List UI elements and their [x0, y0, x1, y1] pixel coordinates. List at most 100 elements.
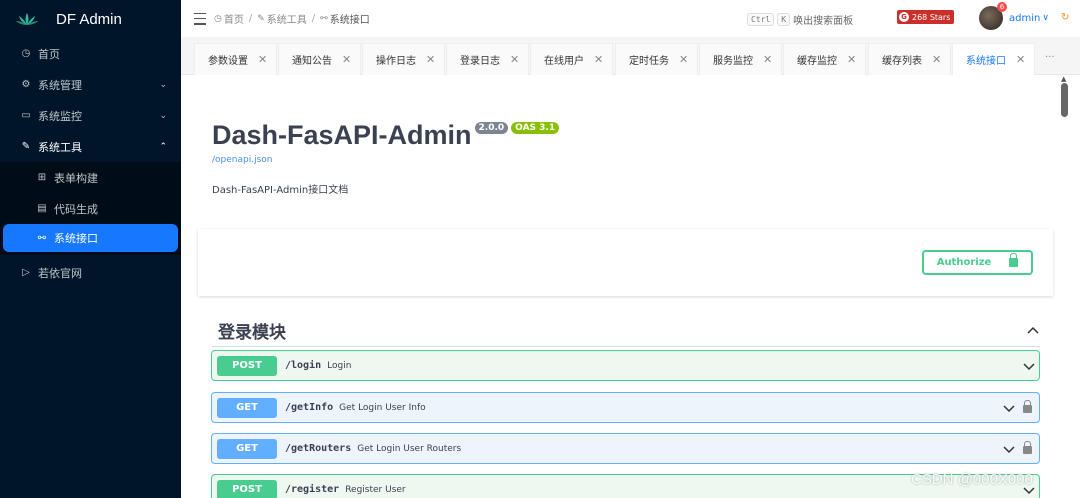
- tab-online-users[interactable]: 在线用户 ✕: [530, 43, 613, 75]
- operation-get-routers[interactable]: GET /getRouters Get Login User Routers: [211, 433, 1040, 464]
- sidebar-item-label: 首页: [38, 47, 60, 61]
- avatar[interactable]: 6: [979, 2, 1007, 30]
- close-icon[interactable]: ✕: [510, 53, 519, 66]
- tab-system-api[interactable]: 系统接口 ✕: [952, 43, 1035, 75]
- tab-label: 系统接口: [966, 56, 1006, 67]
- sidebar-item-system-tools[interactable]: ✎ 系统工具 ⌃: [0, 131, 181, 162]
- dashboard-icon: ◷: [21, 48, 31, 59]
- section-title: 登录模块: [218, 323, 286, 343]
- link-icon: ⚯: [37, 232, 47, 244]
- form-icon: ⊞: [37, 172, 47, 183]
- close-icon[interactable]: ✕: [679, 53, 688, 66]
- http-method-badge: GET: [217, 397, 277, 418]
- authorize-label: Authorize: [936, 257, 992, 268]
- chevron-down-icon[interactable]: [1003, 443, 1015, 455]
- close-icon[interactable]: ✕: [847, 53, 856, 66]
- chevron-down-icon: ⌄: [159, 110, 167, 121]
- breadcrumb-item-tools[interactable]: 系统工具: [267, 11, 307, 26]
- operation-path: /login: [285, 360, 322, 371]
- tab-oper-log[interactable]: 操作日志 ✕: [362, 43, 445, 75]
- close-icon[interactable]: ✕: [342, 53, 351, 66]
- sidebar-submenu: ⊞ 表单构建 ▤ 代码生成 ⚯ 系统接口: [0, 162, 181, 255]
- sidebar-item-label: 系统工具: [38, 140, 82, 154]
- lock-icon[interactable]: [1023, 400, 1032, 413]
- close-icon[interactable]: ✕: [763, 53, 772, 66]
- sidebar: DF Admin ◷ 首页 ⚙ 系统管理 ⌄ ▭ 系统监控 ⌄ ✎ 系统工具 ⌃…: [0, 0, 181, 498]
- tab-bar: 参数设置 ✕ 通知公告 ✕ 操作日志 ✕ 登录日志 ✕ 在线用户 ✕ 定时任务 ✕ 服务监控…: [181, 37, 1080, 75]
- operation-summary: Get Login User Routers: [357, 443, 462, 454]
- search-shortcut[interactable]: Ctrl K 唤出搜索面板: [747, 12, 853, 27]
- tab-notice[interactable]: 通知公告 ✕: [278, 43, 361, 75]
- section-header-login[interactable]: 登录模块: [218, 318, 1039, 343]
- authorize-button[interactable]: Authorize: [922, 250, 1033, 275]
- brand[interactable]: DF Admin: [0, 0, 181, 38]
- notification-badge: 6: [997, 2, 1007, 12]
- chevron-down-icon[interactable]: [1023, 360, 1035, 372]
- close-icon[interactable]: ✕: [932, 53, 941, 66]
- lotus-logo-icon: [16, 13, 38, 25]
- tab-jobs[interactable]: 定时任务 ✕: [615, 43, 698, 75]
- sidebar-item-label: 系统管理: [38, 78, 82, 92]
- scroll-up-arrow-icon[interactable]: ▲: [1061, 75, 1066, 83]
- operation-post-login[interactable]: POST /login Login: [211, 350, 1040, 381]
- operation-summary: Register User: [345, 484, 406, 495]
- brand-title: DF Admin: [56, 10, 122, 28]
- sidebar-item-form-builder[interactable]: ⊞ 表单构建: [0, 162, 181, 193]
- http-method-badge: POST: [217, 479, 277, 498]
- lock-icon[interactable]: [1023, 441, 1032, 454]
- sidebar-item-ruoyi-site[interactable]: ▷ 若依官网: [0, 257, 181, 288]
- tab-label: 服务监控: [713, 56, 753, 67]
- more-tabs-icon[interactable]: ···: [1045, 52, 1055, 63]
- watermark: CSDN @000X000: [911, 471, 1033, 488]
- sidebar-item-system-admin[interactable]: ⚙ 系统管理 ⌄: [0, 69, 181, 100]
- close-icon[interactable]: ✕: [594, 53, 603, 66]
- operation-get-info[interactable]: GET /getInfo Get Login User Info: [211, 392, 1040, 423]
- close-icon[interactable]: ✕: [426, 53, 435, 66]
- close-icon[interactable]: ✕: [1016, 53, 1025, 66]
- tab-params[interactable]: 参数设置 ✕: [194, 43, 277, 75]
- openapi-spec-link[interactable]: /openapi.json: [212, 155, 272, 165]
- chevron-up-icon: ⌃: [159, 141, 167, 152]
- sidebar-item-system-api[interactable]: ⚯ 系统接口: [3, 224, 178, 252]
- breadcrumb-item-current: 系统接口: [329, 15, 370, 26]
- monitor-icon: ▭: [21, 110, 31, 121]
- tab-label: 登录日志: [460, 56, 500, 67]
- api-title-block: Dash-FasAPI-Admin 2.0.0 OAS 3.1: [212, 120, 560, 151]
- gitee-stars-badge[interactable]: G 268 Stars: [897, 10, 955, 24]
- sidebar-item-label: 表单构建: [54, 171, 98, 185]
- top-header: ◷ 首页 / ✎ 系统工具 / ⚯ 系统接口 Ctrl K 唤出搜索面板 G 2…: [181, 0, 1080, 37]
- sidebar-item-label: 系统监控: [38, 109, 82, 123]
- user-name[interactable]: admin: [1009, 13, 1040, 24]
- tool-icon: ✎: [21, 141, 31, 152]
- scrollbar-thumb[interactable]: [1061, 83, 1068, 117]
- tab-label: 缓存列表: [882, 56, 922, 67]
- chevron-down-icon: ∨: [1042, 13, 1049, 23]
- refresh-icon[interactable]: ↻: [1061, 12, 1069, 23]
- sidebar-item-home[interactable]: ◷ 首页: [0, 38, 181, 69]
- operation-summary: Login: [327, 360, 352, 371]
- user-menu[interactable]: 6 admin ∨: [979, 2, 1049, 30]
- kbd-ctrl: Ctrl: [747, 13, 775, 26]
- sidebar-item-label: 系统接口: [54, 232, 98, 245]
- menu-fold-icon[interactable]: [194, 12, 206, 25]
- tab-login-log[interactable]: 登录日志 ✕: [446, 43, 529, 75]
- operation-path: /getRouters: [285, 443, 352, 454]
- tab-label: 操作日志: [376, 56, 416, 67]
- kbd-k: K: [777, 13, 791, 26]
- api-title: Dash-FasAPI-Admin: [212, 120, 472, 150]
- sidebar-item-code-gen[interactable]: ▤ 代码生成: [0, 193, 181, 224]
- dashboard-icon: ◷: [214, 13, 222, 24]
- breadcrumb-item-home[interactable]: 首页: [224, 11, 244, 26]
- tab-server-monitor[interactable]: 服务监控 ✕: [699, 43, 782, 75]
- sidebar-item-system-monitor[interactable]: ▭ 系统监控 ⌄: [0, 100, 181, 131]
- breadcrumb-separator: /: [248, 13, 253, 24]
- chevron-down-icon[interactable]: [1003, 402, 1015, 414]
- chevron-down-icon: ⌄: [159, 79, 167, 90]
- section-divider: [212, 346, 1040, 347]
- close-icon[interactable]: ✕: [258, 53, 267, 66]
- unlocked-icon: [1009, 253, 1019, 267]
- tab-cache-list[interactable]: 缓存列表 ✕: [868, 43, 951, 75]
- tab-cache-monitor[interactable]: 缓存监控 ✕: [783, 43, 866, 75]
- tool-icon: ✎: [257, 13, 265, 24]
- version-badge: 2.0.0: [474, 122, 509, 134]
